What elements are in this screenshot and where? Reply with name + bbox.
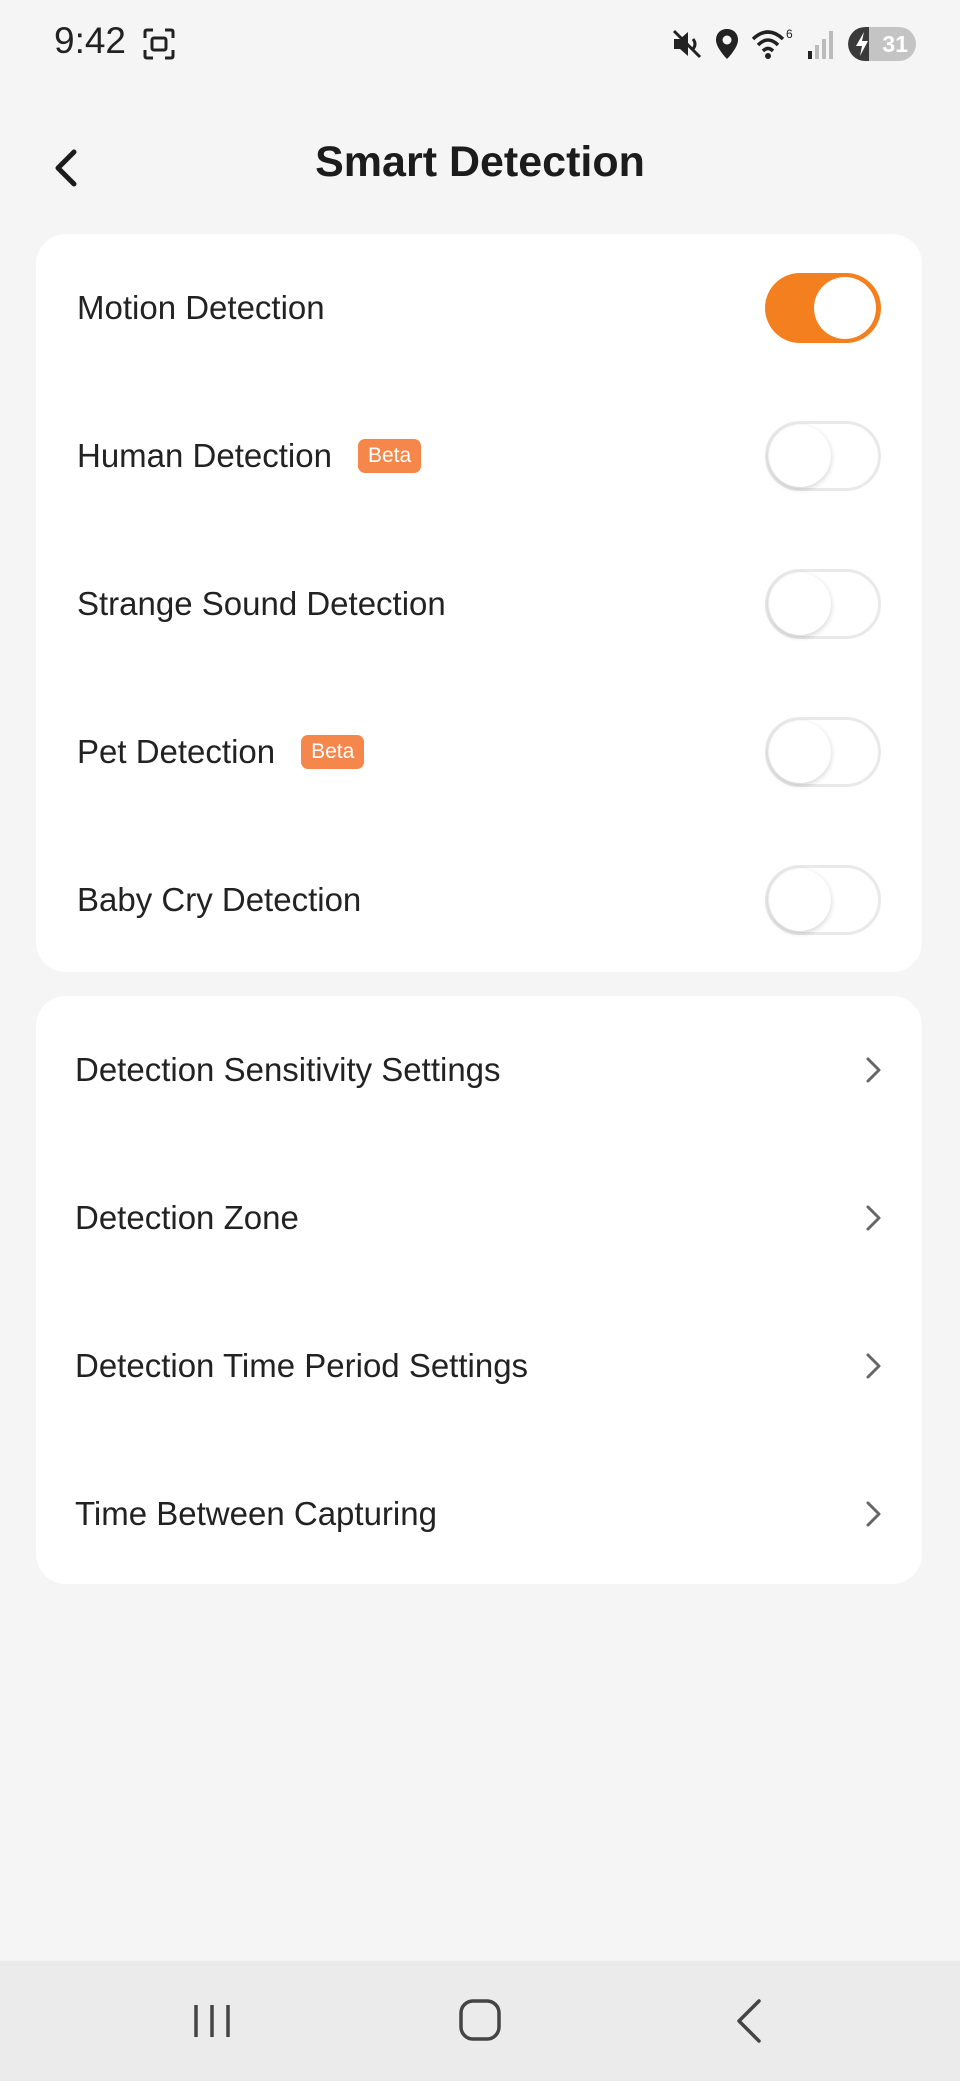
home-icon[interactable] [435,1983,525,2059]
baby-cry-detection-toggle[interactable] [765,865,881,935]
settings-links-card: Detection Sensitivity Settings Detection… [36,996,922,1584]
wifi-label: 6 [786,27,793,41]
pet-detection-toggle[interactable] [765,717,881,787]
recent-apps-icon[interactable] [167,1983,257,2059]
status-time: 9:42 [54,20,127,61]
link-label: Time Between Capturing [75,1495,437,1532]
system-nav-bar [0,1961,960,2081]
toggle-knob [769,869,831,931]
back-icon[interactable] [705,1983,795,2059]
chevron-right-icon [866,1501,881,1527]
battery-icon: 31 [848,27,916,61]
toggle-label: Strange Sound Detection [77,585,446,622]
battery-level: 31 [882,31,908,57]
toggle-label: Pet Detection [77,733,276,770]
human-detection-toggle[interactable] [765,421,881,491]
mute-icon [672,29,702,59]
toggle-row-baby-cry-detection: Baby Cry Detection [36,826,922,974]
toggle-row-human-detection: Human Detection Beta [36,382,922,530]
charging-bolt-icon [856,32,868,56]
link-label: Detection Sensitivity Settings [75,1051,501,1088]
toggle-knob [769,721,831,783]
header: Smart Detection [0,110,960,220]
toggle-knob [769,425,831,487]
chevron-right-icon [866,1205,881,1231]
link-label: Detection Zone [75,1199,299,1236]
page-title: Smart Detection [315,138,645,186]
location-icon [716,29,738,59]
beta-badge: Beta [301,735,365,769]
toggle-knob [814,277,876,339]
screenshot-icon [143,28,175,60]
link-detection-sensitivity-settings[interactable]: Detection Sensitivity Settings [36,996,922,1144]
motion-detection-toggle[interactable] [765,273,881,343]
link-label: Detection Time Period Settings [75,1347,529,1384]
toggle-label: Human Detection [77,437,332,474]
toggle-knob [769,573,831,635]
toggle-label: Motion Detection [77,289,325,326]
signal-icon [808,31,833,59]
toggle-row-pet-detection: Pet Detection Beta [36,678,922,826]
status-icons: 6 31 [670,24,916,64]
status-bar: 9:42 6 31 [0,0,960,90]
toggle-row-motion-detection: Motion Detection [36,234,922,382]
link-detection-time-period-settings[interactable]: Detection Time Period Settings [36,1292,922,1440]
wifi-icon: 6 [751,27,793,59]
link-detection-zone[interactable]: Detection Zone [36,1144,922,1292]
link-time-between-capturing[interactable]: Time Between Capturing [36,1440,922,1588]
toggle-row-strange-sound-detection: Strange Sound Detection [36,530,922,678]
strange-sound-detection-toggle[interactable] [765,569,881,639]
detection-toggles-card: Motion Detection Human Detection Beta St… [36,234,922,972]
chevron-right-icon [866,1353,881,1379]
chevron-right-icon [866,1057,881,1083]
beta-badge: Beta [357,439,422,473]
toggle-label: Baby Cry Detection [77,881,362,918]
